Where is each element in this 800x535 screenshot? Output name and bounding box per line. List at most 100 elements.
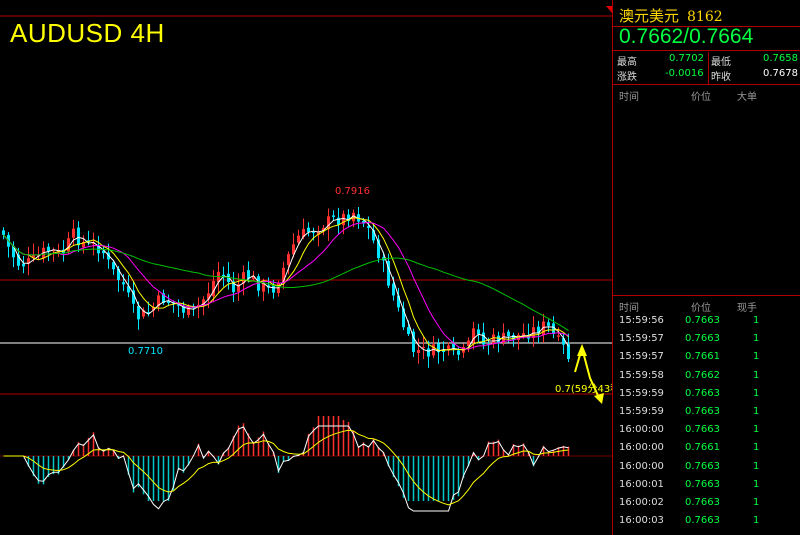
- high-price-label: 0.7916: [335, 186, 370, 197]
- candle-body: [22, 263, 25, 267]
- divider: [708, 52, 709, 84]
- candle-body: [422, 346, 425, 348]
- candlestick-chart[interactable]: 0.7916 0.7710 0.7(59分43秒: [0, 0, 612, 535]
- trade-volume: 1: [753, 369, 760, 381]
- trade-volume: 1: [753, 460, 760, 472]
- trade-volume: 1: [753, 496, 760, 508]
- trade-row: 15:59:58 0.7662 1: [613, 368, 800, 386]
- trade-price: 0.7663: [685, 496, 720, 508]
- candle-body: [342, 213, 345, 226]
- trade-time: 15:59:58: [619, 369, 664, 381]
- trade-volume: 1: [753, 351, 760, 363]
- trade-time: 16:00:00: [619, 442, 664, 454]
- candle-body: [427, 348, 430, 357]
- trade-time: 15:59:57: [619, 333, 664, 345]
- trade-row: 16:00:02 0.7663 1: [613, 495, 800, 513]
- trade-time: 16:00:03: [619, 515, 664, 527]
- trade-volume: 1: [753, 333, 760, 345]
- trade-row: 16:00:03 0.7663 1: [613, 513, 800, 531]
- candle-body: [332, 215, 335, 217]
- candle-body: [297, 235, 300, 243]
- candle-body: [2, 230, 5, 235]
- prev-close-value: 0.7678: [763, 68, 798, 79]
- trade-price: 0.7661: [685, 351, 720, 363]
- candle-body: [272, 285, 275, 293]
- trade-row: 16:00:00 0.7663 1: [613, 459, 800, 477]
- symbol-header: 澳元美元 8162: [619, 5, 723, 26]
- trade-time: 16:00:00: [619, 424, 664, 436]
- low-price-label: 0.7710: [128, 346, 163, 357]
- trade-time: 15:59:57: [619, 351, 664, 363]
- trade-time: 15:59:56: [619, 315, 664, 326]
- trade-price: 0.7663: [685, 424, 720, 436]
- countdown-label: 0.7(59分43秒: [555, 382, 612, 395]
- candle-body: [452, 344, 455, 348]
- high-value: 0.7702: [669, 53, 704, 64]
- trade-time: 16:00:01: [619, 478, 664, 490]
- trade-volume: 1: [753, 405, 760, 417]
- prev-close-label: 昨收: [711, 72, 731, 83]
- candle-body: [417, 349, 420, 353]
- trade-time: 16:00:02: [619, 496, 664, 508]
- trade-volume: 1: [753, 515, 760, 527]
- big-orders-price-header: 价位: [691, 92, 711, 103]
- low-label: 最低: [711, 57, 731, 68]
- trade-list[interactable]: 15:59:56 0.7663 1 15:59:57 0.7663 1 15:59:57 0.…: [613, 313, 800, 531]
- trades-time-header: 时间: [619, 303, 639, 314]
- change-label: 涨跌: [617, 72, 637, 83]
- trade-volume: 1: [753, 478, 760, 490]
- big-orders-big-header: 大单: [737, 92, 757, 103]
- candle-body: [72, 228, 75, 238]
- change-value: -0.0016: [665, 68, 704, 79]
- trade-time: 15:59:59: [619, 405, 664, 417]
- candle-body: [287, 254, 290, 265]
- candle-body: [312, 232, 315, 234]
- trade-price: 0.7663: [685, 405, 720, 417]
- trade-row: 15:59:56 0.7663 1: [613, 313, 800, 331]
- trade-price: 0.7663: [685, 460, 720, 472]
- candle-body: [122, 282, 125, 285]
- trade-row: 16:00:00 0.7661 1: [613, 440, 800, 458]
- trade-row: 15:59:59 0.7663 1: [613, 386, 800, 404]
- symbol-name: 澳元美元: [619, 7, 680, 25]
- trade-row: 15:59:57 0.7661 1: [613, 349, 800, 367]
- trade-row: 16:00:00 0.7663 1: [613, 422, 800, 440]
- trade-volume: 1: [753, 315, 760, 326]
- divider: [613, 50, 800, 51]
- low-value: 0.7658: [763, 53, 798, 64]
- candle-body: [547, 322, 550, 326]
- candle-body: [477, 329, 480, 335]
- quote-panel: 澳元美元 8162 0.7662/0.7664 最高 0.7702 最低 0.76…: [612, 0, 800, 535]
- candle-body: [407, 327, 410, 335]
- candle-body: [507, 331, 510, 337]
- trade-price: 0.7663: [685, 315, 720, 326]
- candle-body: [457, 350, 460, 355]
- arrow-head-icon: [577, 344, 587, 356]
- chart-area[interactable]: 0.7916 0.7710 0.7(59分43秒 AUDUSD 4H: [0, 0, 612, 535]
- trade-price: 0.7661: [685, 442, 720, 454]
- candle-body: [137, 305, 140, 320]
- trade-price: 0.7662: [685, 369, 720, 381]
- symbol-code: 8162: [687, 9, 723, 25]
- candle-body: [307, 227, 310, 233]
- candle-body: [557, 335, 560, 337]
- trade-row: 15:59:57 0.7663 1: [613, 331, 800, 349]
- high-label: 最高: [617, 57, 637, 68]
- candle-body: [482, 332, 485, 345]
- trade-price: 0.7663: [685, 333, 720, 345]
- candle-body: [77, 227, 80, 246]
- trade-volume: 1: [753, 442, 760, 454]
- pair-title: AUDUSD 4H: [10, 18, 165, 48]
- ma-long-line: [3, 234, 569, 332]
- trade-time: 15:59:59: [619, 387, 664, 399]
- candle-body: [492, 334, 495, 345]
- trade-price: 0.7663: [685, 387, 720, 399]
- trade-volume: 1: [753, 387, 760, 399]
- trade-price: 0.7663: [685, 478, 720, 490]
- bid-ask-quote: 0.7662/0.7664: [619, 25, 754, 48]
- divider: [613, 84, 800, 85]
- trade-row: 15:59:59 0.7663 1: [613, 404, 800, 422]
- trade-volume: 1: [753, 424, 760, 436]
- divider: [613, 295, 800, 296]
- trade-time: 16:00:00: [619, 460, 664, 472]
